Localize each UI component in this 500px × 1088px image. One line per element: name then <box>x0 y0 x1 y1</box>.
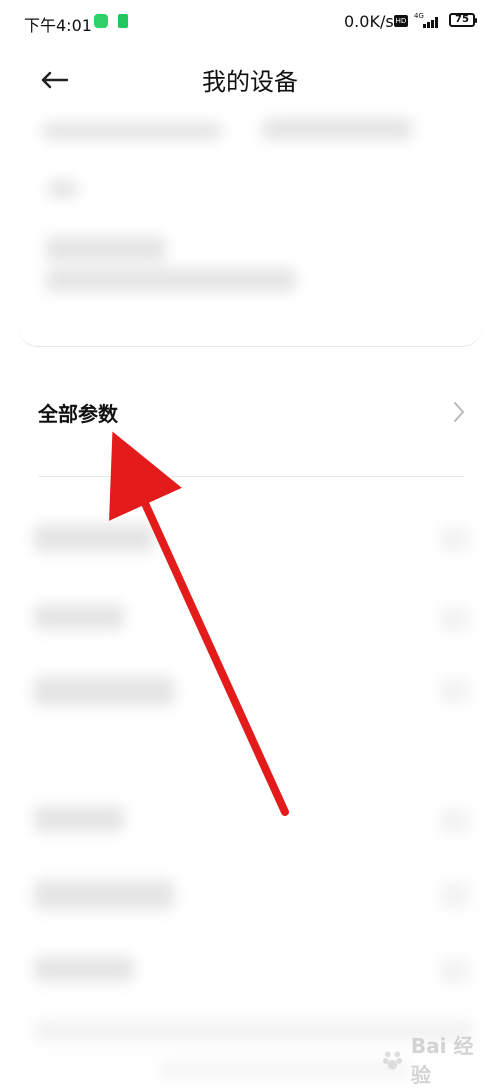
status-bar: 下午4:01 0.0K/s HD 4G 75 <box>0 0 500 44</box>
watermark-text: Bai 经验 <box>410 1034 474 1087</box>
app-notification-icon <box>94 14 108 28</box>
divider <box>38 476 464 477</box>
device-info-card <box>18 100 482 347</box>
paw-logo-icon <box>382 1051 403 1070</box>
watermark: Bai 经验 <box>380 1034 490 1087</box>
page-title: 我的设备 <box>202 68 298 96</box>
network-speed: 0.0K/s <box>344 12 394 31</box>
blurred-list <box>0 500 500 1084</box>
status-time: 下午4:01 <box>24 16 92 35</box>
all-params-label: 全部参数 <box>38 402 118 426</box>
all-params-row[interactable]: 全部参数 <box>0 380 500 446</box>
chevron-right-icon <box>454 402 464 422</box>
hd-icon: HD <box>394 15 408 27</box>
signal-icon <box>423 14 441 28</box>
app-notification-icon-2 <box>118 14 128 28</box>
battery-icon: 75 <box>449 13 477 27</box>
